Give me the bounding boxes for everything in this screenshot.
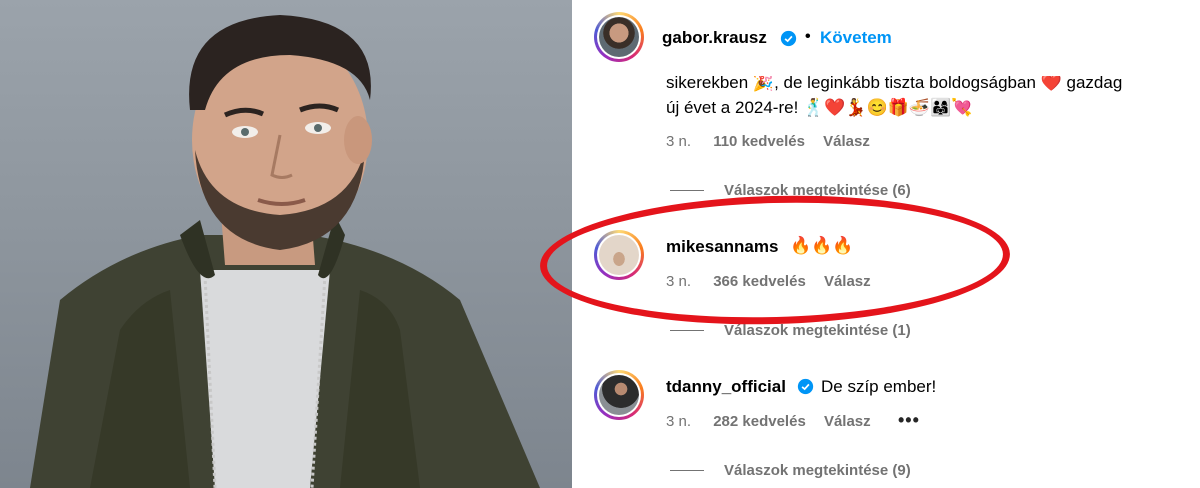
header-separator: • <box>805 28 811 45</box>
replies-divider <box>670 330 704 331</box>
caption-likes[interactable]: 110 kedvelés <box>713 133 805 150</box>
comment-time: 3 n. <box>666 413 692 430</box>
replies-divider <box>670 190 704 191</box>
verified-badge-icon <box>797 378 814 395</box>
comment-avatar-tdanny[interactable] <box>594 370 644 420</box>
comment-meta: 3 n. 282 kedvelés Válasz <box>666 413 871 430</box>
caption-time: 3 n. <box>666 133 692 150</box>
comment-text: De szíp ember! <box>821 377 937 396</box>
view-replies-button[interactable]: Válaszok megtekintése (1) <box>724 322 911 339</box>
following-button[interactable]: Követem <box>820 28 892 48</box>
caption-reply-button[interactable]: Válasz <box>823 133 870 150</box>
caption-text-line2: új évet a 2024-re! 🕺❤️💃😊🎁🍜👨‍👩‍👧💘 <box>666 98 973 117</box>
author-username[interactable]: gabor.krausz <box>662 28 767 48</box>
comment-reply-button[interactable]: Válasz <box>824 413 871 430</box>
view-replies-button[interactable]: Válaszok megtekintése (9) <box>724 462 911 479</box>
portrait-illustration <box>30 15 540 488</box>
post-header: gabor.krausz • Követem <box>572 0 1200 76</box>
caption-meta: 3 n. 110 kedvelés Válasz <box>666 133 870 150</box>
author-avatar[interactable] <box>594 12 644 62</box>
verified-badge-icon <box>780 30 797 47</box>
post-photo <box>0 0 572 488</box>
more-options-icon[interactable]: ••• <box>898 410 920 431</box>
replies-divider <box>670 470 704 471</box>
comment-likes[interactable]: 282 kedvelés <box>713 413 806 430</box>
comment-username[interactable]: tdanny_official <box>666 377 786 397</box>
